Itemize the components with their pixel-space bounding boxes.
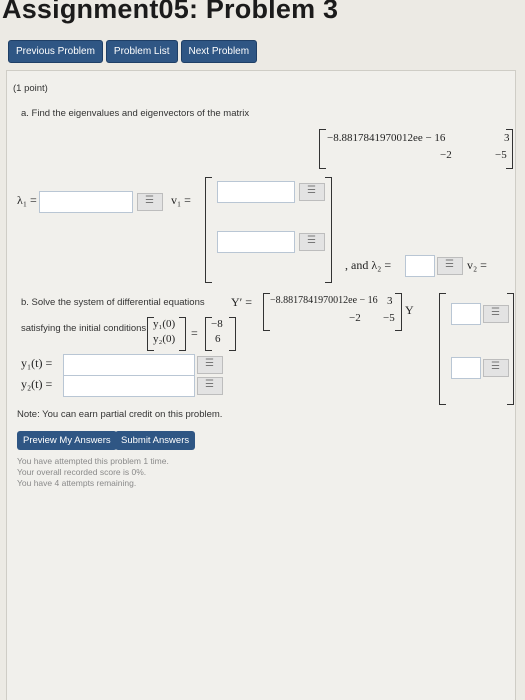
initial-conditions-label: satisfying the initial conditions [21, 323, 147, 334]
init-top-value: −8 [211, 318, 223, 330]
v1-label: v₁ = [171, 193, 191, 207]
matrix-b-r2c1: −2 [349, 312, 361, 324]
y2t-label: y₂(t) = [21, 377, 53, 391]
matrix-b-r2c2: −5 [383, 312, 395, 324]
v1-left-bracket [205, 177, 212, 283]
equals-sign: = [191, 326, 198, 340]
matrix-a-r2c2: −5 [495, 149, 507, 161]
problem-list-button[interactable]: Problem List [105, 40, 178, 63]
y1t-equation-editor-icon[interactable] [197, 356, 223, 374]
lambda1-input[interactable] [39, 191, 133, 213]
problem-nav: Previous Problem Problem List Next Probl… [8, 40, 258, 63]
v2-label: v₂ = [467, 258, 487, 272]
lambda1-label: λ₁ = [17, 193, 37, 207]
v2-top-equation-editor-icon[interactable] [483, 305, 509, 323]
part-a-prompt: a. Find the eigenvalues and eigenvectors… [21, 108, 250, 119]
Y-label: Y [405, 303, 414, 317]
next-problem-button[interactable]: Next Problem [180, 40, 258, 63]
remaining-status: You have 4 attempts remaining. [17, 478, 137, 488]
matrix-a-right-bracket [506, 129, 513, 169]
y2t-input[interactable] [63, 375, 195, 397]
initial-right-bracket [179, 317, 186, 351]
submit-answers-button[interactable]: Submit Answers [115, 431, 196, 450]
points-label: (1 point) [13, 83, 48, 94]
page-title: Assignment05: Problem 3 [2, 0, 339, 24]
v2-bottom-equation-editor-icon[interactable] [483, 359, 509, 377]
v1-top-input[interactable] [217, 181, 295, 203]
lambda1-equation-editor-icon[interactable] [137, 193, 163, 211]
lambda2-equation-editor-icon[interactable] [437, 257, 463, 275]
matrix-b-r1c1: −8.8817841970012ee − 16 [270, 295, 378, 306]
v2-bottom-input[interactable] [451, 357, 481, 379]
y10-label: y₁(0) [153, 318, 176, 330]
part-b-prompt: b. Solve the system of differential equa… [21, 297, 205, 308]
v1-right-bracket [325, 177, 332, 283]
y1t-input[interactable] [63, 354, 195, 376]
matrix-b-r1c2: 3 [387, 295, 393, 307]
y1t-label: y₁(t) = [21, 356, 53, 370]
init-bottom-value: 6 [215, 333, 221, 345]
v2-left-bracket [439, 293, 446, 405]
matrix-a-r1c1: −8.8817841970012ee − 16 [327, 132, 446, 144]
problem-box: (1 point) a. Find the eigenvalues and ei… [6, 70, 516, 700]
attempts-status: You have attempted this problem 1 time. [17, 456, 169, 466]
y20-label: y₂(0) [153, 333, 176, 345]
v1-top-equation-editor-icon[interactable] [299, 183, 325, 201]
lambda2-label: , and λ₂ = [345, 258, 392, 272]
v1-bottom-input[interactable] [217, 231, 295, 253]
preview-answers-button[interactable]: Preview My Answers [17, 431, 117, 450]
matrix-a-left-bracket [319, 129, 326, 169]
previous-problem-button[interactable]: Previous Problem [8, 40, 103, 63]
init-values-right-bracket [229, 317, 236, 351]
matrix-b-right-bracket [395, 293, 402, 331]
v2-right-bracket [507, 293, 514, 405]
partial-credit-note: Note: You can earn partial credit on thi… [17, 409, 223, 420]
page: Assignment05: Problem 3 Previous Problem… [0, 0, 525, 700]
y2t-equation-editor-icon[interactable] [197, 377, 223, 395]
v2-top-input[interactable] [451, 303, 481, 325]
v1-bottom-equation-editor-icon[interactable] [299, 233, 325, 251]
matrix-b-left-bracket [263, 293, 270, 331]
score-status: Your overall recorded score is 0%. [17, 467, 147, 477]
matrix-a-r2c1: −2 [440, 149, 452, 161]
yprime-label: Y′ = [231, 295, 253, 309]
lambda2-input[interactable] [405, 255, 435, 277]
